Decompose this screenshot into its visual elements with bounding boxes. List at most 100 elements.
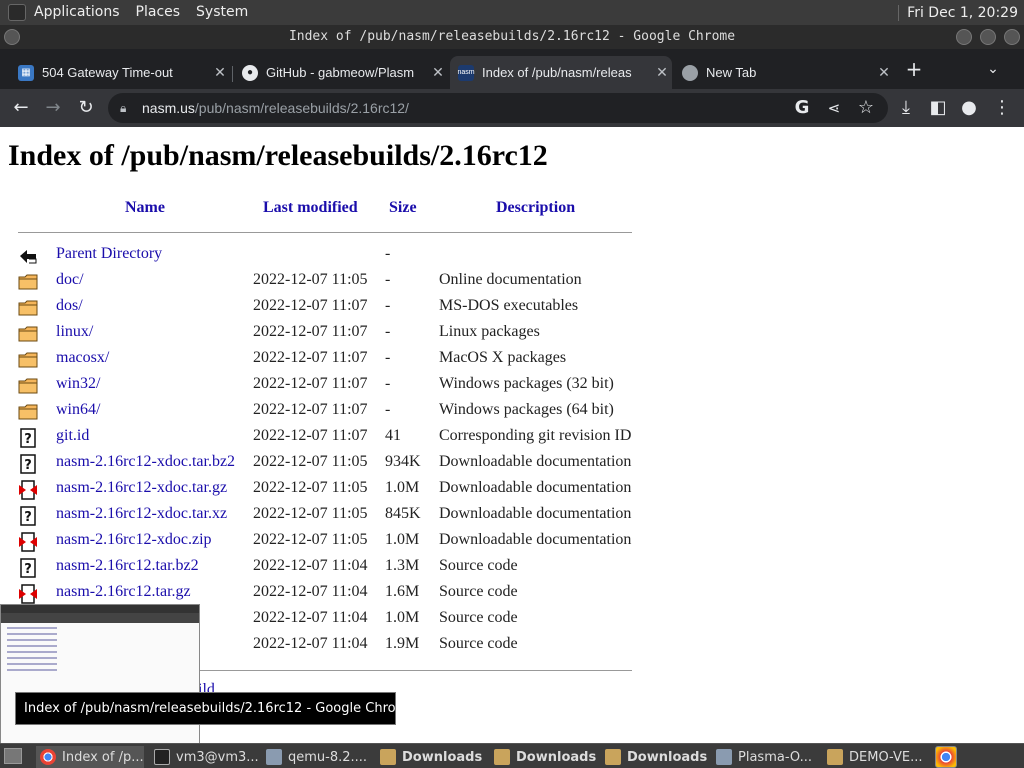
file-link[interactable]: nasm-2.16rc12-xdoc.zip [56, 531, 212, 549]
file-link[interactable]: dos/ [56, 297, 83, 315]
file-description: Source code [439, 635, 518, 652]
file-description: Downloadable documentation [439, 505, 632, 522]
taskbar-item[interactable]: Plasma-O... [712, 746, 820, 768]
close-tab-icon[interactable]: ✕ [652, 64, 672, 81]
google-lens-icon[interactable]: G [791, 97, 813, 119]
file-link[interactable]: nasm-2.16rc12.tar.bz2 [56, 557, 199, 575]
show-desktop-icon[interactable] [4, 748, 22, 764]
reload-icon[interactable]: ↻ [75, 97, 97, 119]
file-link[interactable]: nasm-2.16rc12-xdoc.tar.gz [56, 479, 227, 497]
file-link[interactable]: linux/ [56, 323, 93, 341]
file-size: 1.0M [385, 609, 420, 626]
folder-icon[interactable] [18, 350, 38, 370]
taskbar-item[interactable]: Downloads [490, 746, 598, 768]
column-header-name[interactable]: Name [125, 199, 165, 217]
tab-new-tab[interactable]: New Tab ✕ [674, 56, 894, 89]
taskbar-item[interactable]: Index of /p... [36, 746, 144, 768]
column-header-size[interactable]: Size [389, 199, 417, 217]
clock[interactable]: Fri Dec 1, 20:29 [898, 4, 1024, 21]
maximize-button[interactable] [980, 29, 996, 45]
folder-icon[interactable] [18, 402, 38, 422]
taskbar-item[interactable]: qemu-8.2.... [262, 746, 372, 768]
taskbar-item[interactable]: Downloads [376, 746, 486, 768]
kebab-menu-icon[interactable]: ⋮ [991, 97, 1013, 119]
close-tab-icon[interactable]: ✕ [874, 64, 894, 81]
compressed-file-icon[interactable] [18, 480, 38, 500]
column-header-description[interactable]: Description [496, 199, 575, 217]
file-link[interactable]: macosx/ [56, 349, 109, 367]
back-arrow-icon[interactable]: ← [10, 97, 32, 119]
compressed-file-icon[interactable] [18, 532, 38, 552]
tab-github[interactable]: ● GitHub - gabmeow/Plasm ✕ [234, 56, 448, 89]
file-link[interactable]: win64/ [56, 401, 100, 419]
file-size: 1.3M [385, 557, 420, 574]
places-menu[interactable]: Places [128, 0, 189, 25]
side-panel-icon[interactable]: ◧ [927, 97, 949, 119]
file-size: - [385, 401, 391, 418]
package-icon [716, 749, 732, 765]
tab-search-chevron-icon[interactable]: ⌄ [982, 58, 1004, 80]
chrome-tray-icon[interactable] [935, 746, 957, 768]
last-modified: 2022-12-07 11:07 [253, 375, 368, 392]
applications-logo-icon[interactable] [8, 4, 26, 21]
file-size: 1.9M [385, 635, 420, 652]
download-icon[interactable]: ⤓ [895, 97, 917, 119]
file-link[interactable]: nasm-2.16rc12-xdoc.tar.xz [56, 505, 227, 523]
back-icon[interactable] [18, 246, 38, 266]
tab-index-nasm[interactable]: nasm Index of /pub/nasm/releas ✕ [450, 56, 672, 89]
bookmark-star-icon[interactable]: ☆ [855, 97, 877, 119]
file-link[interactable]: doc/ [56, 271, 84, 289]
taskbar-item[interactable]: vm3@vm3... [150, 746, 258, 768]
folder-icon[interactable] [18, 272, 38, 292]
unknown-file-icon[interactable]: ? [18, 454, 38, 474]
lock-icon[interactable]: 🔒︎ [120, 101, 134, 116]
taskbar-item-label: Plasma-O... [738, 749, 812, 765]
new-tab-plus-icon[interactable]: + [903, 58, 925, 80]
close-tab-icon[interactable]: ✕ [428, 64, 448, 81]
unknown-file-icon[interactable]: ? [18, 558, 38, 578]
last-modified: 2022-12-07 11:05 [253, 453, 368, 470]
share-icon[interactable]: ⋖ [823, 97, 845, 119]
column-header-last-modified[interactable]: Last modified [263, 199, 358, 217]
table-row: ? nasm-2.16rc12-xdoc.tar.bz2 2022-12-07 11… [0, 451, 640, 477]
chrome-icon [40, 749, 56, 765]
file-description: Source code [439, 609, 518, 626]
file-size: - [385, 375, 391, 392]
taskbar-item[interactable]: DEMO-VE... [823, 746, 931, 768]
last-modified: 2022-12-07 11:05 [253, 479, 368, 496]
compressed-file-icon[interactable] [18, 584, 38, 604]
last-modified: 2022-12-07 11:04 [253, 583, 368, 600]
window-titlebar[interactable]: Index of /pub/nasm/releasebuilds/2.16rc1… [0, 25, 1024, 49]
folder-icon [494, 749, 510, 765]
unknown-file-icon[interactable]: ? [18, 428, 38, 448]
forward-arrow-icon[interactable]: → [42, 97, 64, 119]
close-tab-icon[interactable]: ✕ [210, 64, 230, 81]
file-link[interactable]: git.id [56, 427, 89, 445]
system-menu[interactable]: System [188, 0, 256, 25]
address-bar[interactable]: 🔒︎ nasm.us/pub/nasm/releasebuilds/2.16rc… [108, 93, 888, 123]
close-window-button[interactable] [1004, 29, 1020, 45]
minimize-button[interactable] [956, 29, 972, 45]
page-favicon-icon: ▦ [18, 64, 34, 81]
folder-icon[interactable] [18, 376, 38, 396]
last-modified: 2022-12-07 11:07 [253, 427, 368, 444]
profile-avatar-icon[interactable]: ● [958, 97, 980, 119]
file-size: 934K [385, 453, 421, 470]
file-link[interactable]: Parent Directory [56, 245, 162, 263]
folder-icon[interactable] [18, 324, 38, 344]
folder-icon[interactable] [18, 298, 38, 318]
unknown-file-icon[interactable]: ? [18, 506, 38, 526]
file-description: Source code [439, 557, 518, 574]
bottom-taskbar: Index of /p... vm3@vm3... qemu-8.2.... Down… [0, 743, 1024, 768]
tab-504-gateway[interactable]: ▦ 504 Gateway Time-out ✕ [10, 56, 230, 89]
window-menu-button[interactable] [4, 29, 20, 45]
file-link[interactable]: nasm-2.16rc12-xdoc.tar.bz2 [56, 453, 235, 471]
file-link[interactable]: win32/ [56, 375, 100, 393]
thumbnail-line [7, 669, 57, 671]
table-row: ? nasm-2.16rc12-xdoc.tar.xz 2022-12-07 11:… [0, 503, 640, 529]
table-row: linux/2022-12-07 11:07- Linux packages [0, 321, 640, 347]
svg-text:?: ? [24, 432, 32, 447]
file-size: - [385, 323, 391, 340]
taskbar-item[interactable]: Downloads [601, 746, 709, 768]
file-link[interactable]: nasm-2.16rc12.tar.gz [56, 583, 191, 601]
